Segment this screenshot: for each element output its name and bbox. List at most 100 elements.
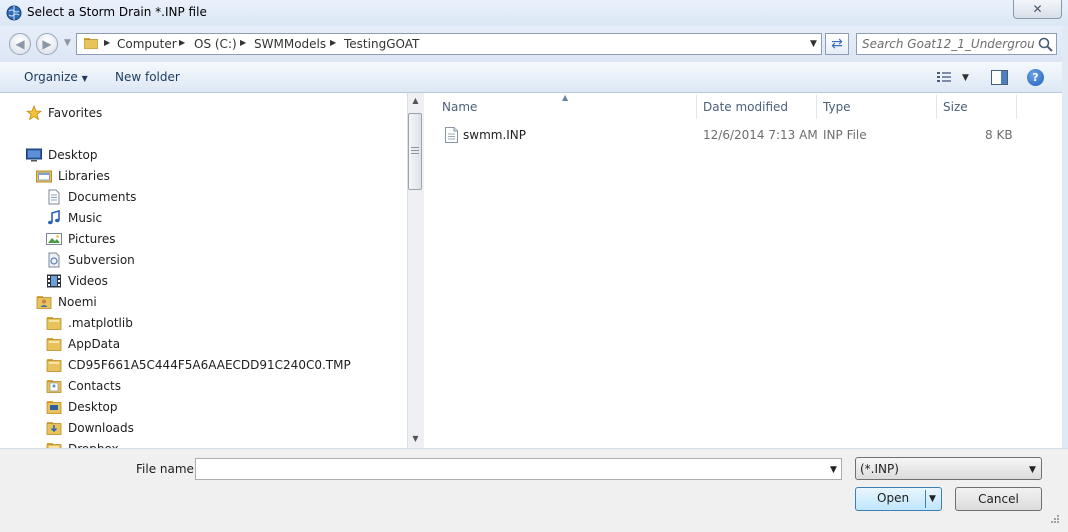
- downloads-folder-icon: [46, 420, 62, 436]
- folder-icon: [46, 357, 62, 373]
- file-type-cell: INP File: [823, 128, 867, 142]
- nav-item-label: Noemi: [58, 295, 97, 309]
- nav-item-dropbox[interactable]: Dropbox: [46, 439, 119, 448]
- nav-item-downloads[interactable]: Downloads: [46, 418, 134, 438]
- desktop-folder-icon: [46, 399, 62, 415]
- scroll-down-icon[interactable]: ▼: [407, 434, 424, 443]
- contacts-folder-icon: [46, 378, 62, 394]
- change-view-icon[interactable]: [937, 71, 951, 83]
- nav-item-label: Desktop: [68, 400, 118, 414]
- file-type-dropdown-icon[interactable]: ▼: [1029, 465, 1036, 475]
- nav-item-videos[interactable]: Videos: [46, 271, 108, 291]
- open-split-divider: [925, 490, 926, 508]
- subversion-icon: [46, 252, 62, 268]
- star-icon: [25, 104, 43, 121]
- nav-item-favorites[interactable]: Favorites: [25, 103, 103, 123]
- navigation-pane: Favorites Desktop Libraries Documents Music P…: [0, 93, 407, 448]
- open-button-label[interactable]: Open: [877, 491, 909, 505]
- close-button[interactable]: ✕: [1013, 0, 1062, 19]
- refresh-icon: ⇄: [831, 36, 843, 52]
- nav-item-noemi[interactable]: Noemi: [36, 292, 97, 312]
- nav-item-contacts[interactable]: Contacts: [46, 376, 121, 396]
- cancel-button[interactable]: Cancel: [955, 487, 1042, 511]
- nav-item-subversion[interactable]: Subversion: [46, 250, 135, 270]
- column-header-type[interactable]: Type: [823, 100, 851, 114]
- breadcrumb-drive[interactable]: OS (C:): [194, 37, 237, 51]
- desktop-icon: [26, 147, 42, 163]
- file-icon[interactable]: [445, 127, 458, 143]
- breadcrumb-testinggoat[interactable]: TestingGOAT: [344, 37, 419, 51]
- column-header-size[interactable]: Size: [943, 100, 968, 114]
- column-divider[interactable]: [696, 95, 697, 119]
- music-icon: [46, 209, 62, 226]
- column-divider[interactable]: [1016, 95, 1017, 119]
- resize-grip-icon[interactable]: [1046, 512, 1060, 526]
- close-icon: ✕: [1032, 2, 1043, 16]
- nav-item-label: Videos: [68, 274, 108, 288]
- file-name-dropdown-icon[interactable]: ▼: [830, 465, 837, 475]
- folder-icon: [46, 336, 62, 352]
- nav-item-label: Downloads: [68, 421, 134, 435]
- videos-icon: [46, 273, 62, 289]
- preview-pane-icon[interactable]: [991, 70, 1008, 85]
- pictures-icon: [46, 231, 62, 247]
- libraries-icon: [36, 168, 52, 184]
- nav-item-label: Documents: [68, 190, 137, 204]
- file-name-label: File name:: [136, 462, 198, 476]
- sort-ascending-icon: ▲: [562, 93, 569, 102]
- nav-item-desktop[interactable]: Desktop: [26, 145, 98, 165]
- nav-item-documents[interactable]: Documents: [46, 187, 136, 207]
- user-folder-icon: [36, 294, 52, 310]
- breadcrumb-swmmodels[interactable]: SWMModels: [254, 37, 326, 51]
- column-header-date-modified[interactable]: Date modified: [703, 100, 788, 114]
- column-divider[interactable]: [936, 95, 937, 119]
- nav-item-pictures[interactable]: Pictures: [46, 229, 116, 249]
- nav-item-label: CD95F661A5C444F5A6AAECDD91C240C0.TMP: [68, 358, 351, 372]
- documents-icon: [46, 189, 62, 205]
- forward-button[interactable]: ▶: [36, 33, 58, 55]
- recent-pages-dropdown-icon[interactable]: ▼: [64, 38, 71, 48]
- forward-arrow-icon: ▶: [42, 37, 52, 51]
- file-size-cell: 8 KB: [985, 128, 1013, 142]
- scroll-up-icon[interactable]: ▲: [407, 96, 424, 105]
- view-dropdown-icon[interactable]: ▼: [962, 73, 969, 83]
- nav-item-matplotlib[interactable]: .matplotlib: [46, 313, 133, 333]
- file-name-cell[interactable]: swmm.INP: [463, 128, 526, 142]
- column-divider[interactable]: [816, 95, 817, 119]
- nav-item-desktop[interactable]: Desktop: [46, 397, 118, 417]
- folder-icon: [46, 441, 62, 448]
- app-globe-icon: [6, 5, 22, 21]
- nav-item-label: Favorites: [48, 106, 103, 120]
- open-options-dropdown-icon[interactable]: ▼: [929, 494, 936, 504]
- file-date-cell: 12/6/2014 7:13 AM: [703, 128, 818, 142]
- file-name-input[interactable]: [199, 461, 819, 475]
- scrollbar-grip-line: [411, 150, 419, 151]
- refresh-button[interactable]: ⇄: [825, 33, 849, 55]
- breadcrumb-separator[interactable]: ▶: [330, 38, 336, 47]
- file-type-value: (*.INP): [860, 462, 899, 476]
- breadcrumb-separator[interactable]: ▶: [179, 38, 185, 47]
- breadcrumb-separator[interactable]: ▶: [240, 38, 246, 47]
- breadcrumb-separator[interactable]: ▶: [104, 38, 110, 47]
- nav-item-appdata[interactable]: AppData: [46, 334, 120, 354]
- nav-item-label: Libraries: [58, 169, 110, 183]
- breadcrumb-computer[interactable]: Computer: [117, 37, 177, 51]
- help-icon[interactable]: ?: [1027, 69, 1044, 86]
- nav-item-label: AppData: [68, 337, 121, 351]
- column-header-name[interactable]: Name: [442, 100, 477, 114]
- organize-button[interactable]: Organize ▼: [24, 70, 88, 84]
- address-dropdown-icon[interactable]: ▼: [810, 39, 817, 49]
- nav-item-cd95f661a5c444f5a6aaecdd91c240c0-tmp[interactable]: CD95F661A5C444F5A6AAECDD91C240C0.TMP: [46, 355, 351, 375]
- nav-item-label: Desktop: [48, 148, 98, 162]
- nav-item-label: Pictures: [68, 232, 116, 246]
- nav-item-music[interactable]: Music: [46, 208, 102, 228]
- new-folder-button[interactable]: New folder: [115, 70, 180, 84]
- search-input[interactable]: [862, 37, 1034, 51]
- nav-item-libraries[interactable]: Libraries: [36, 166, 110, 186]
- search-icon[interactable]: [1038, 37, 1053, 52]
- nav-item-label: Contacts: [68, 379, 121, 393]
- folder-icon: [46, 315, 62, 331]
- nav-item-label: Music: [68, 211, 103, 225]
- address-bar[interactable]: [76, 33, 822, 55]
- back-button[interactable]: ◀: [9, 33, 31, 55]
